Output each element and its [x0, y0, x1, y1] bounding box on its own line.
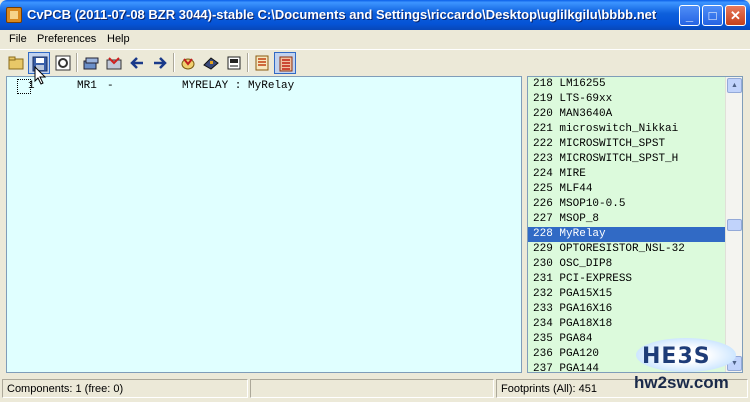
footprint-name: MAN3640A: [559, 108, 613, 120]
footprint-name: PGA16X16: [559, 303, 613, 315]
footprint-item[interactable]: 225 MLF44: [528, 182, 726, 197]
watermark-logo-text: HE3S: [642, 344, 711, 369]
status-middle: [250, 379, 494, 398]
footprint-name: MSOP_8: [559, 213, 600, 225]
footprint-name: PGA84: [559, 333, 593, 345]
footprint-item[interactable]: 228 MyRelay: [528, 227, 726, 242]
footprint-item[interactable]: 227 MSOP_8: [528, 212, 726, 227]
footprint-item[interactable]: 229 OPTORESISTOR_NSL-32: [528, 242, 726, 257]
filter-pins-icon[interactable]: [274, 52, 296, 74]
footprint-name: MICROSWITCH_SPST_H: [559, 153, 679, 165]
auto-select-icon[interactable]: [177, 52, 199, 74]
next-icon[interactable]: [149, 52, 171, 74]
minimize-button[interactable]: _: [679, 5, 700, 26]
close-button[interactable]: ✕: [725, 5, 746, 26]
footprint-item[interactable]: 219 LTS-69xx: [528, 92, 726, 107]
footprint-number: 230: [533, 258, 553, 270]
footprint-name: PGA18X18: [559, 318, 613, 330]
footprint-item[interactable]: 232 PGA15X15: [528, 287, 726, 302]
scroll-up-icon[interactable]: ▲: [727, 78, 742, 93]
footprint-name: PGA144: [559, 363, 600, 373]
footprint-name: microswitch_Nikkai: [559, 123, 679, 135]
component-row[interactable]: 1 MR1 - MYRELAY : MyRelay: [11, 79, 519, 94]
maximize-button[interactable]: □: [702, 5, 723, 26]
footprint-name: OPTORESISTOR_NSL-32: [559, 243, 685, 255]
footprint-item[interactable]: 233 PGA16X16: [528, 302, 726, 317]
footprint-number: 227: [533, 213, 553, 225]
footprint-item[interactable]: 230 OSC_DIP8: [528, 257, 726, 272]
footprint-number: 234: [533, 318, 553, 330]
components-list[interactable]: 1 MR1 - MYRELAY : MyRelay: [6, 76, 522, 373]
menu-help[interactable]: Help: [107, 33, 130, 45]
view-footprint-icon[interactable]: [200, 52, 222, 74]
menu-file[interactable]: File: [9, 33, 27, 45]
cvpcb-app-icon[interactable]: [6, 7, 22, 23]
footprint-item[interactable]: 224 MIRE: [528, 167, 726, 182]
menu-bar: File Preferences Help: [0, 30, 750, 49]
footprint-number: 224: [533, 168, 553, 180]
footprints-list[interactable]: 218 LM16255 219 LTS-69xx 220 MAN3640A 221 m…: [527, 76, 743, 373]
footprints-scrollbar[interactable]: ▲ ▼: [725, 77, 742, 372]
library-icon[interactable]: [80, 52, 102, 74]
footprint-number: 223: [533, 153, 553, 165]
footprint-name: MLF44: [559, 183, 593, 195]
delete-assoc-icon[interactable]: [223, 52, 245, 74]
footprint-number: 225: [533, 183, 553, 195]
footprint-name: OSC_DIP8: [559, 258, 613, 270]
footprint-number: 235: [533, 333, 553, 345]
component-reference: MR1: [77, 80, 97, 92]
footprint-item[interactable]: 220 MAN3640A: [528, 107, 726, 122]
footprint-name: MICROSWITCH_SPST: [559, 138, 666, 150]
footprint-name: MIRE: [559, 168, 586, 180]
config-icon[interactable]: [52, 52, 74, 74]
footprint-number: 219: [533, 93, 553, 105]
scroll-thumb[interactable]: [727, 219, 742, 231]
footprint-name: MyRelay: [559, 228, 606, 240]
status-components: Components: 1 (free: 0): [2, 379, 248, 398]
watermark-url: hw2sw.com: [634, 373, 729, 392]
mouse-cursor-icon: [34, 66, 47, 85]
footprint-name: PGA15X15: [559, 288, 613, 300]
footprint-item[interactable]: 226 MSOP10-0.5: [528, 197, 726, 212]
footprint-number: 236: [533, 348, 553, 360]
footprint-name: LTS-69xx: [559, 93, 613, 105]
footprint-item[interactable]: 231 PCI-EXPRESS: [528, 272, 726, 287]
toolbar-separator: [173, 53, 175, 72]
footprint-name: PGA120: [559, 348, 600, 360]
menu-preferences[interactable]: Preferences: [37, 33, 96, 45]
footprint-item[interactable]: 221 microswitch_Nikkai: [528, 122, 726, 137]
window-title: CvPCB (2011-07-08 BZR 3044)-stable C:\Do…: [27, 7, 657, 22]
footprint-item[interactable]: 218 LM16255: [528, 77, 726, 92]
component-value: MYRELAY : MyRelay: [182, 80, 295, 92]
footprint-number: 222: [533, 138, 553, 150]
footprint-item[interactable]: 222 MICROSWITCH_SPST: [528, 137, 726, 152]
footprint-item[interactable]: 223 MICROSWITCH_SPST_H: [528, 152, 726, 167]
prev-icon[interactable]: [126, 52, 148, 74]
footprint-number: 220: [533, 108, 553, 120]
footprint-name: PCI-EXPRESS: [559, 273, 633, 285]
toolbar-separator: [76, 53, 78, 72]
component-separator: -: [107, 80, 114, 92]
toolbar: [0, 49, 750, 74]
footprint-number: 221: [533, 123, 553, 135]
toolbar-separator: [247, 53, 249, 72]
open-icon[interactable]: [5, 52, 27, 74]
title-bar[interactable]: CvPCB (2011-07-08 BZR 3044)-stable C:\Do…: [0, 0, 750, 30]
footprint-name: MSOP10-0.5: [559, 198, 626, 210]
footprint-number: 231: [533, 273, 553, 285]
auto-assoc-icon[interactable]: [103, 52, 125, 74]
footprint-number: 232: [533, 288, 553, 300]
filter-keyword-icon[interactable]: [251, 52, 273, 74]
footprint-number: 233: [533, 303, 553, 315]
footprint-name: LM16255: [559, 78, 606, 90]
footprint-number: 229: [533, 243, 553, 255]
footprint-number: 226: [533, 198, 553, 210]
footprint-number: 218: [533, 78, 553, 90]
footprint-items: 218 LM16255 219 LTS-69xx 220 MAN3640A 221 m…: [528, 77, 726, 373]
footprint-number: 228: [533, 228, 553, 240]
footprint-number: 237: [533, 363, 553, 373]
footprint-item[interactable]: 234 PGA18X18: [528, 317, 726, 332]
